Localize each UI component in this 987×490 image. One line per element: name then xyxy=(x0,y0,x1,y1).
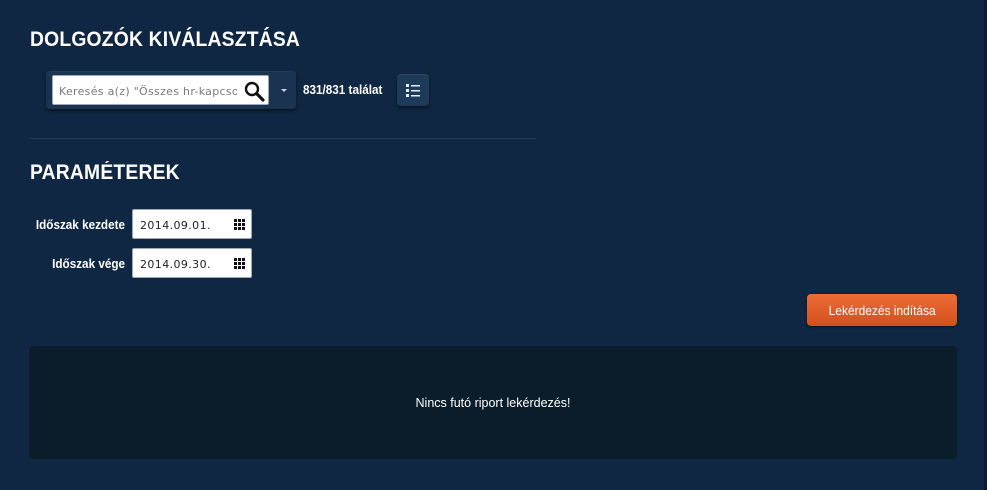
run-query-label: Lekérdezés indítása xyxy=(828,302,936,318)
calendar-icon[interactable] xyxy=(234,219,245,230)
employee-search-group xyxy=(46,71,296,109)
period-end-label: Időszak vége xyxy=(52,256,125,271)
period-start-field[interactable] xyxy=(132,209,252,239)
search-box[interactable] xyxy=(52,75,269,105)
search-icon[interactable] xyxy=(243,80,265,102)
list-view-button[interactable] xyxy=(397,74,429,106)
filter-dropdown-button[interactable] xyxy=(274,75,294,105)
parameters-section-title: PARAMÉTEREK xyxy=(30,161,180,184)
run-query-button[interactable]: Lekérdezés indítása xyxy=(807,294,957,326)
section-divider xyxy=(30,138,536,139)
search-input[interactable] xyxy=(59,82,237,100)
report-status-message: Nincs futó riport lekérdezés! xyxy=(415,396,571,410)
employees-section-title: DOLGOZÓK KIVÁLASZTÁSA xyxy=(30,28,301,51)
result-count: 831/831 találat xyxy=(303,82,383,97)
list-icon xyxy=(406,83,420,97)
period-start-label: Időszak kezdete xyxy=(35,217,125,232)
report-status-panel: Nincs futó riport lekérdezés! xyxy=(29,346,957,459)
period-end-field[interactable] xyxy=(132,248,252,278)
chevron-down-icon xyxy=(281,88,287,92)
calendar-icon[interactable] xyxy=(234,258,245,269)
period-start-input[interactable] xyxy=(140,217,225,233)
period-end-input[interactable] xyxy=(140,256,225,272)
